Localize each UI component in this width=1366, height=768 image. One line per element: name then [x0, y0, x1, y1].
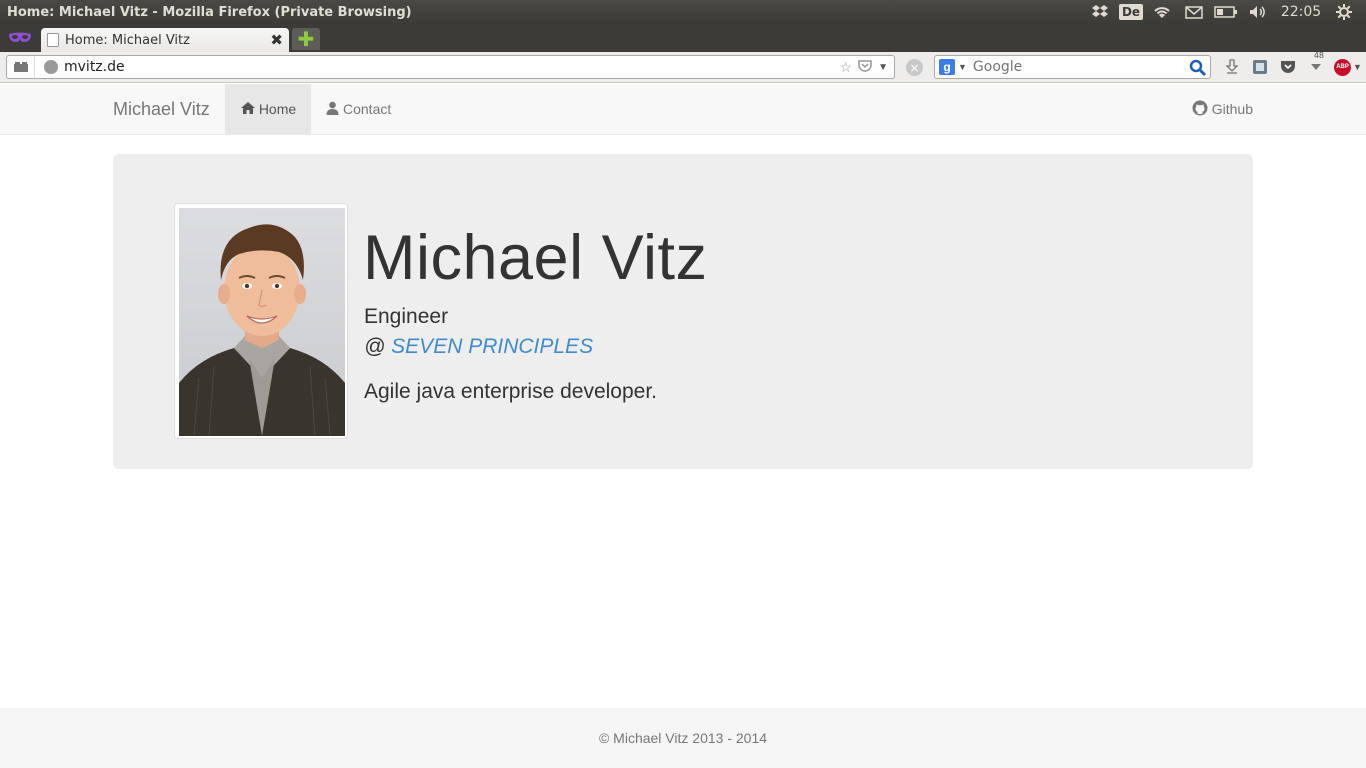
- google-engine-icon[interactable]: g: [939, 59, 955, 75]
- screenshot-icon[interactable]: [1250, 57, 1270, 77]
- hero-company-line: @ SEVEN PRINCIPLES: [364, 335, 593, 359]
- downloads-count: 48: [1313, 51, 1324, 60]
- nav-home-label: Home: [258, 101, 297, 117]
- nav-contact[interactable]: Contact: [326, 84, 391, 134]
- site-footer: © Michael Vitz 2013 - 2014: [0, 708, 1366, 768]
- gear-icon[interactable]: [1328, 0, 1360, 24]
- new-tab-button[interactable]: ✚: [292, 27, 320, 51]
- tab-groups-icon[interactable]: [7, 56, 35, 78]
- search-input[interactable]: [972, 59, 1183, 75]
- window-title: Home: Michael Vitz - Mozilla Firefox (Pr…: [7, 4, 412, 20]
- tab-home[interactable]: Home: Michael Vitz ✖: [41, 28, 289, 52]
- close-tab-icon[interactable]: ✖: [270, 31, 283, 49]
- hero-tagline: Agile java enterprise developer.: [364, 380, 658, 403]
- github-icon: [1192, 100, 1208, 119]
- search-magnifier-icon[interactable]: [1189, 59, 1207, 77]
- download-icon[interactable]: [1222, 57, 1242, 77]
- page-favicon-icon: [47, 33, 59, 47]
- volume-icon[interactable]: [1242, 0, 1274, 24]
- hero-role: Engineer: [364, 305, 449, 328]
- user-icon: [326, 101, 339, 118]
- bookmark-star-icon[interactable]: ☆: [840, 59, 853, 76]
- pocket-toolbar-icon[interactable]: [1278, 57, 1298, 77]
- profile-photo: [174, 203, 348, 439]
- history-dropdown-icon[interactable]: ▼: [878, 62, 888, 73]
- footer-copyright: © Michael Vitz 2013 - 2014: [598, 730, 768, 746]
- url-bar[interactable]: mvitz.de ☆ ▼: [6, 55, 895, 79]
- private-browsing-mask-icon: [7, 30, 33, 46]
- battery-icon[interactable]: [1210, 0, 1242, 24]
- indicator-area: De 22:05: [1084, 0, 1366, 24]
- nav-contact-label: Contact: [343, 101, 392, 117]
- hero-name: Michael Vitz: [363, 223, 708, 293]
- wifi-icon[interactable]: [1146, 0, 1178, 24]
- pocket-icon[interactable]: [858, 59, 872, 75]
- site-navbar: Michael Vitz Home Contact Github: [0, 84, 1366, 135]
- adblock-plus-icon[interactable]: ABP ▼: [1334, 57, 1362, 77]
- url-text[interactable]: mvitz.de: [64, 59, 125, 75]
- at-sign: @: [364, 335, 386, 358]
- home-icon: [240, 101, 256, 118]
- nav-github-label: Github: [1211, 101, 1253, 117]
- hero-jumbotron: Michael Vitz Engineer @ SEVEN PRINCIPLES…: [113, 154, 1253, 469]
- keyboard-layout-label: De: [1118, 4, 1144, 20]
- keyboard-layout-indicator[interactable]: De: [1116, 0, 1146, 24]
- clock[interactable]: 22:05: [1274, 0, 1328, 24]
- brand-link[interactable]: Michael Vitz: [113, 99, 210, 120]
- site-identity-globe-icon[interactable]: [44, 60, 58, 74]
- toolbar-buttons: 48 ABP ▼: [1222, 51, 1362, 78]
- downloads-count-button[interactable]: 48: [1306, 51, 1326, 77]
- nav-home[interactable]: Home: [225, 84, 311, 134]
- tab-title: Home: Michael Vitz: [65, 32, 190, 48]
- engine-dropdown-icon[interactable]: ▼: [958, 62, 967, 72]
- mail-icon[interactable]: [1178, 0, 1210, 24]
- company-link[interactable]: SEVEN PRINCIPLES: [391, 335, 593, 358]
- search-bar[interactable]: g ▼: [934, 55, 1211, 79]
- tab-strip: Home: Michael Vitz ✖ ✚: [0, 24, 1366, 52]
- nav-github[interactable]: Github: [1192, 84, 1253, 134]
- os-top-panel: Home: Michael Vitz - Mozilla Firefox (Pr…: [0, 0, 1366, 24]
- stop-icon[interactable]: ×: [906, 59, 923, 76]
- url-actions: ☆ ▼: [840, 59, 894, 76]
- dropbox-icon[interactable]: [1084, 0, 1116, 24]
